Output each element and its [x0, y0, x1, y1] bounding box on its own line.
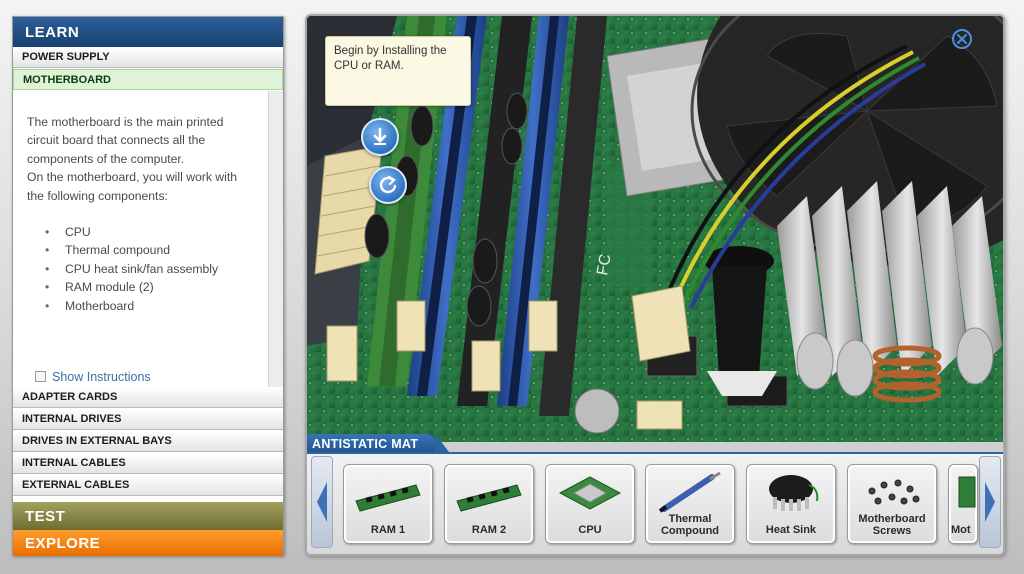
heat-sink-icon [769, 475, 819, 511]
motherboard-viewer: FC Begin by Installing the CPU or RAM. A… [305, 14, 1005, 556]
description-paragraph: On the motherboard, you will work with t… [27, 170, 237, 203]
install-button[interactable] [361, 118, 399, 156]
learn-panel: LEARN POWER SUPPLY MOTHERBOARD The mothe… [12, 16, 284, 556]
show-instructions-toggle[interactable]: Show Instructions [13, 370, 268, 388]
nav-item-internal-cables[interactable]: INTERNAL CABLES [13, 453, 283, 474]
component-list: CPU Thermal compound CPU heat sink/fan a… [27, 223, 256, 315]
tray-item-label: Motherboard Screws [858, 513, 926, 537]
motherboard-description: The motherboard is the main printed circ… [13, 91, 268, 387]
tray-item-heat-sink[interactable]: Heat Sink [746, 464, 836, 544]
content-scrollbar[interactable] [268, 91, 283, 387]
tray-item-thermal-compound[interactable]: Thermal Compound [645, 464, 735, 544]
list-item: Thermal compound [45, 241, 256, 260]
list-item: CPU heat sink/fan assembly [45, 260, 256, 279]
nav-item-external-cables[interactable]: EXTERNAL CABLES [13, 475, 283, 496]
chevron-right-icon [985, 482, 995, 522]
tray-item-label: RAM 2 [471, 524, 507, 536]
list-item: RAM module (2) [45, 278, 256, 297]
nav-item-adapter-cards[interactable]: ADAPTER CARDS [13, 387, 283, 408]
rotate-icon [379, 175, 397, 194]
ram-icon [456, 484, 522, 512]
instruction-tooltip: Begin by Installing the CPU or RAM. [325, 36, 471, 106]
nav-item-power-supply[interactable]: POWER SUPPLY [13, 47, 283, 68]
screws-icon [868, 479, 920, 505]
tray-item-label: CPU [578, 524, 602, 536]
cpu-icon [558, 476, 622, 510]
close-button[interactable] [951, 28, 973, 50]
rotate-button[interactable] [369, 166, 407, 204]
tray-item-motherboard[interactable]: Mot [948, 464, 978, 544]
description-paragraph: The motherboard is the main printed circ… [27, 115, 224, 166]
chevron-left-icon [317, 482, 327, 522]
tray-scroll-right-button[interactable] [979, 456, 1001, 548]
list-item: Motherboard [45, 297, 256, 316]
test-button[interactable]: TEST [13, 502, 283, 530]
show-instructions-checkbox[interactable] [35, 371, 46, 382]
nav-item-internal-drives[interactable]: INTERNAL DRIVES [13, 409, 283, 430]
tray-item-label: Heat Sink [765, 524, 817, 536]
close-icon [952, 29, 972, 49]
tray-item-motherboard-screws[interactable]: Motherboard Screws [847, 464, 937, 544]
tray-item-label: RAM 1 [370, 524, 406, 536]
list-item: CPU [45, 223, 256, 242]
download-arrow-icon [373, 127, 387, 145]
motherboard-icon [958, 476, 976, 508]
thermal-syringe-icon [658, 471, 721, 513]
nav-item-motherboard[interactable]: MOTHERBOARD [13, 69, 283, 90]
motherboard-3d-scene[interactable]: FC Begin by Installing the CPU or RAM. [307, 16, 1003, 442]
tray-item-ram-2[interactable]: RAM 2 [444, 464, 534, 544]
nav-item-drives-external-bays[interactable]: DRIVES IN EXTERNAL BAYS [13, 431, 283, 452]
tray-item-cpu[interactable]: CPU [545, 464, 635, 544]
show-instructions-label: Show Instructions [52, 370, 151, 384]
explore-button[interactable]: EXPLORE [13, 530, 283, 556]
learn-header[interactable]: LEARN [13, 17, 283, 47]
tray-scroll-left-button[interactable] [311, 456, 333, 548]
ram-icon [355, 484, 421, 512]
antistatic-mat-label: ANTISTATIC MAT [307, 434, 449, 452]
tray-item-label: Mot [951, 524, 971, 536]
tray-item-label: Thermal Compound [660, 513, 720, 537]
tray-item-ram-1[interactable]: RAM 1 [343, 464, 433, 544]
